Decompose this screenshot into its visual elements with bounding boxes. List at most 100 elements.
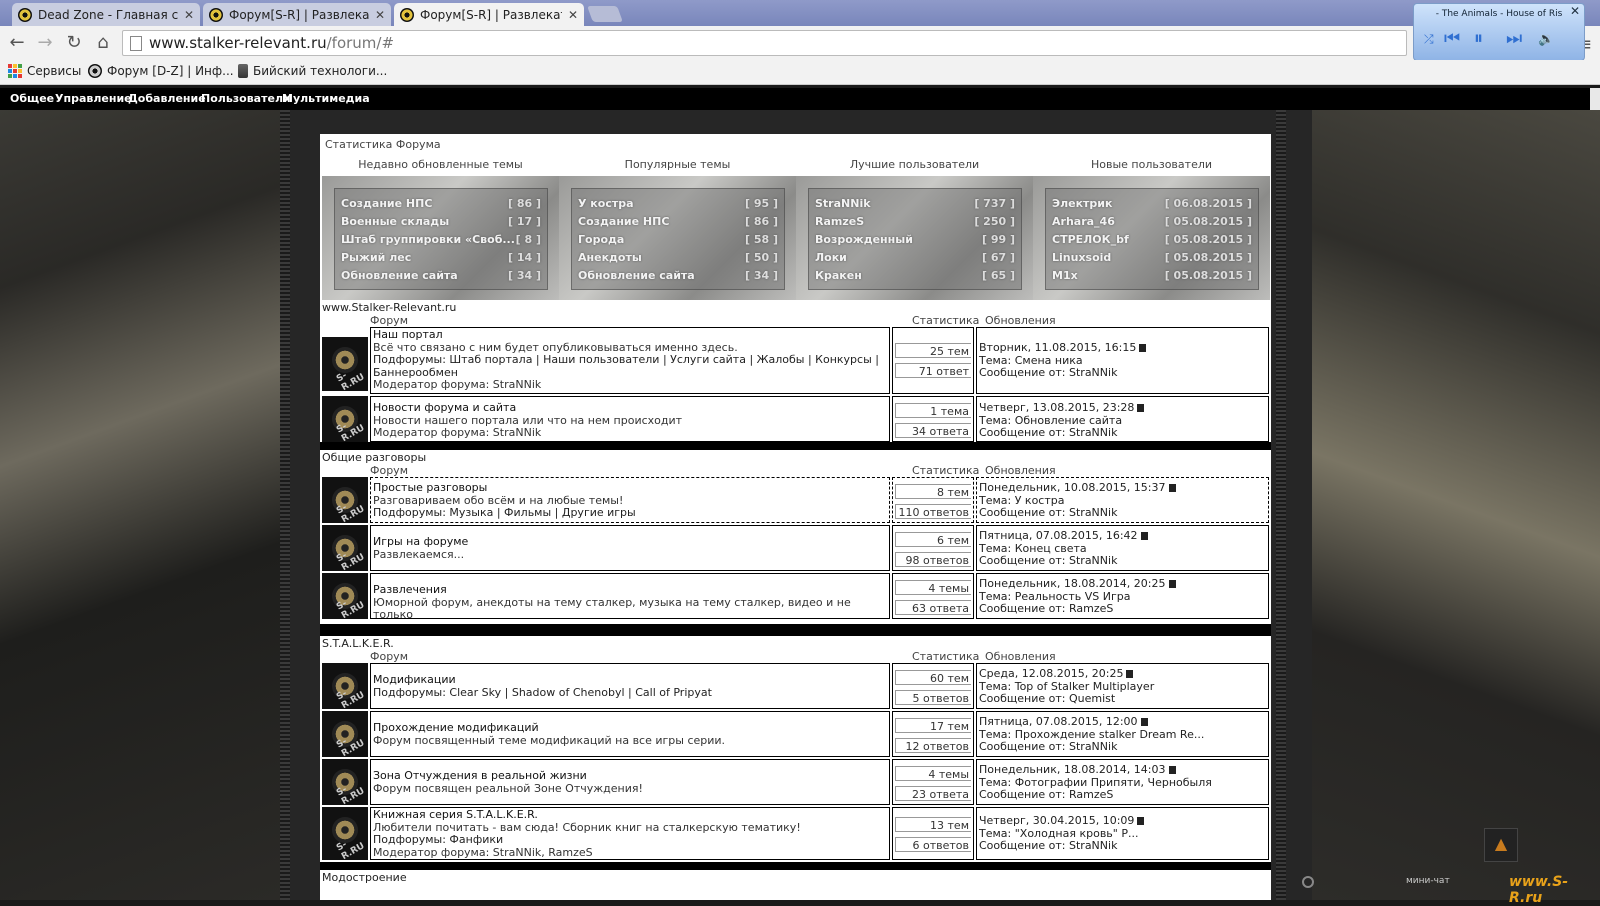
last-author[interactable]: Сообщение от: RamzeS: [979, 603, 1266, 616]
last-post-icon[interactable]: [1137, 404, 1145, 412]
forum-title[interactable]: Простые разговоры: [373, 481, 887, 495]
stats-item[interactable]: RamzeS[ 250 ]: [815, 215, 1015, 228]
subforums[interactable]: Подфорумы: Фанфики: [373, 834, 887, 847]
last-post-icon[interactable]: [1139, 344, 1147, 352]
nav-add[interactable]: Добавление: [128, 92, 206, 105]
forum-title[interactable]: Развлечения: [373, 583, 887, 597]
last-author[interactable]: Сообщение от: RamzeS: [979, 789, 1266, 802]
nav-multimedia[interactable]: Мультимедиа: [282, 92, 370, 105]
stats-item[interactable]: Города[ 58 ]: [578, 233, 778, 246]
home-icon[interactable]: ⌂: [91, 32, 115, 53]
forum-title[interactable]: Новости форума и сайта: [373, 401, 887, 415]
close-icon[interactable]: ✕: [375, 8, 385, 22]
forum-title[interactable]: Зона Отчуждения в реальной жизни: [373, 769, 887, 783]
browser-tab-3[interactable]: Форум[S-R] | Развлекате ✕: [394, 3, 584, 26]
address-bar[interactable]: www.stalker-relevant.ru/forum/#: [122, 30, 1407, 56]
nav-users[interactable]: Пользователи: [201, 92, 291, 105]
stats-item[interactable]: Кракен[ 65 ]: [815, 269, 1015, 282]
browser-tab-2[interactable]: Форум[S-R] | Развлекате ✕: [203, 3, 391, 26]
forum-section: www.Stalker-Relevant.ru Форум Статистика…: [320, 300, 1271, 442]
topics-count: 4 темы: [895, 766, 971, 781]
last-post-icon[interactable]: [1140, 532, 1148, 540]
bookmarks-bar: Сервисы Форум [D-Z] | Инф... Бийский тех…: [0, 60, 1600, 85]
stats-item[interactable]: Создание НПС[ 86 ]: [578, 215, 778, 228]
last-post-icon[interactable]: [1168, 766, 1176, 774]
close-icon[interactable]: ✕: [568, 8, 578, 22]
topics-count: 60 тем: [895, 670, 971, 685]
section-title[interactable]: S.T.A.L.K.E.R.: [322, 637, 394, 650]
last-post-icon[interactable]: [1168, 580, 1176, 588]
bookmark-biysk[interactable]: Бийский технологи...: [238, 64, 387, 78]
last-post-icon[interactable]: [1137, 817, 1145, 825]
volume-icon[interactable]: 🔉: [1538, 32, 1554, 47]
last-author[interactable]: Сообщение от: StraNNik: [979, 507, 1266, 520]
stats-box-popular: У костра[ 95 ] Создание НПС[ 86 ] Города…: [559, 176, 796, 300]
stats-item[interactable]: Штаб группировки «Своб...[ 8 ]: [341, 233, 541, 246]
section-title[interactable]: www.Stalker-Relevant.ru: [322, 301, 456, 314]
back-arrow-icon[interactable]: ←: [5, 32, 29, 53]
forward-arrow-icon[interactable]: →: [33, 32, 57, 53]
section-title[interactable]: Модостроение: [322, 871, 407, 884]
stats-item[interactable]: Возрожденный[ 99 ]: [815, 233, 1015, 246]
stats-item[interactable]: M1x[ 05.08.2015 ]: [1052, 269, 1252, 282]
stats-item[interactable]: Обновление сайта[ 34 ]: [578, 269, 778, 282]
last-author[interactable]: Сообщение от: Quemist: [979, 693, 1266, 706]
col-head-stats: Статистика: [912, 464, 980, 477]
stats-item[interactable]: Рыжий лес[ 14 ]: [341, 251, 541, 264]
nav-general[interactable]: Общее: [10, 92, 54, 105]
forum-title[interactable]: Наш портал: [373, 328, 887, 342]
forum-moderator[interactable]: Модератор форума: StraNNik: [373, 427, 887, 440]
stats-item[interactable]: Arhara_46[ 05.08.2015 ]: [1052, 215, 1252, 228]
new-tab-button[interactable]: [587, 6, 623, 22]
forum-row: S-R.RU Книжная серия S.T.A.L.K.E.R. Люби…: [320, 807, 1271, 860]
last-author[interactable]: Сообщение от: StraNNik: [979, 840, 1266, 853]
next-icon[interactable]: ⏭: [1506, 28, 1522, 49]
stats-item[interactable]: StraNNik[ 737 ]: [815, 197, 1015, 210]
last-author[interactable]: Сообщение от: StraNNik: [979, 741, 1266, 754]
pause-icon[interactable]: ⏸: [1474, 28, 1483, 49]
stats-item[interactable]: Военные склады[ 17 ]: [341, 215, 541, 228]
forum-title[interactable]: Модификации: [373, 673, 887, 687]
last-post-icon[interactable]: [1168, 484, 1176, 492]
subforums[interactable]: Подфорумы: Музыка | Фильмы | Другие игры: [373, 507, 887, 520]
forum-icon: S-R.RU: [322, 396, 368, 442]
stats-item[interactable]: Локи[ 67 ]: [815, 251, 1015, 264]
last-update-date: Понедельник, 18.08.2014, 14:03: [979, 763, 1166, 776]
scroll-up-button[interactable]: ▲: [1484, 828, 1518, 862]
last-update-date: Пятница, 07.08.2015, 12:00: [979, 715, 1138, 728]
subforums[interactable]: Подфорумы: Clear Sky | Shadow of Chenoby…: [373, 686, 887, 700]
reload-icon[interactable]: ↻: [62, 32, 86, 53]
settings-icon[interactable]: [1302, 876, 1314, 888]
close-icon[interactable]: ✕: [1570, 4, 1580, 18]
subforums[interactable]: Подфорумы: Штаб портала | Наши пользоват…: [373, 354, 887, 367]
bookmark-forum-dz[interactable]: Форум [D-Z] | Инф...: [88, 64, 234, 78]
close-icon[interactable]: ✕: [184, 8, 194, 22]
last-author[interactable]: Сообщение от: StraNNik: [979, 367, 1266, 380]
forum-title[interactable]: Игры на форуме: [373, 535, 887, 549]
stats-item[interactable]: Электрик[ 06.08.2015 ]: [1052, 197, 1252, 210]
stats-item[interactable]: Анекдоты[ 50 ]: [578, 251, 778, 264]
stats-box-recent: Создание НПС[ 86 ] Военные склады[ 17 ] …: [322, 176, 559, 300]
previous-icon[interactable]: ⏮: [1444, 28, 1460, 49]
stats-item[interactable]: Создание НПС[ 86 ]: [341, 197, 541, 210]
minichat-link[interactable]: мини-чат: [1406, 876, 1450, 886]
forum-content: Статистика Форума Недавно обновленные те…: [320, 134, 1271, 900]
section-title[interactable]: Общие разговоры: [322, 451, 426, 464]
shuffle-icon[interactable]: ⤮: [1424, 32, 1434, 47]
forum-moderator[interactable]: Модератор форума: StraNNik: [373, 379, 887, 392]
browser-tab-1[interactable]: Dead Zone - Главная стр ✕: [12, 3, 200, 26]
stats-item[interactable]: У костра[ 95 ]: [578, 197, 778, 210]
last-post-icon[interactable]: [1126, 670, 1134, 678]
decorative-rail: [280, 110, 290, 900]
last-author[interactable]: Сообщение от: StraNNik: [979, 555, 1266, 568]
stats-item[interactable]: СТРЕЛОК_bf[ 05.08.2015 ]: [1052, 233, 1252, 246]
nav-management[interactable]: Управление: [55, 92, 132, 105]
forum-title[interactable]: Книжная серия S.T.A.L.K.E.R.: [373, 808, 887, 822]
forum-title[interactable]: Прохождение модификаций: [373, 721, 887, 735]
last-author[interactable]: Сообщение от: StraNNik: [979, 427, 1266, 440]
stats-item[interactable]: Обновление сайта[ 34 ]: [341, 269, 541, 282]
last-post-icon[interactable]: [1140, 718, 1148, 726]
bookmark-apps[interactable]: Сервисы: [8, 64, 81, 78]
stats-item[interactable]: Linuxsoid[ 05.08.2015 ]: [1052, 251, 1252, 264]
forum-moderator[interactable]: Модератор форума: StraNNik, RamzeS: [373, 846, 887, 860]
